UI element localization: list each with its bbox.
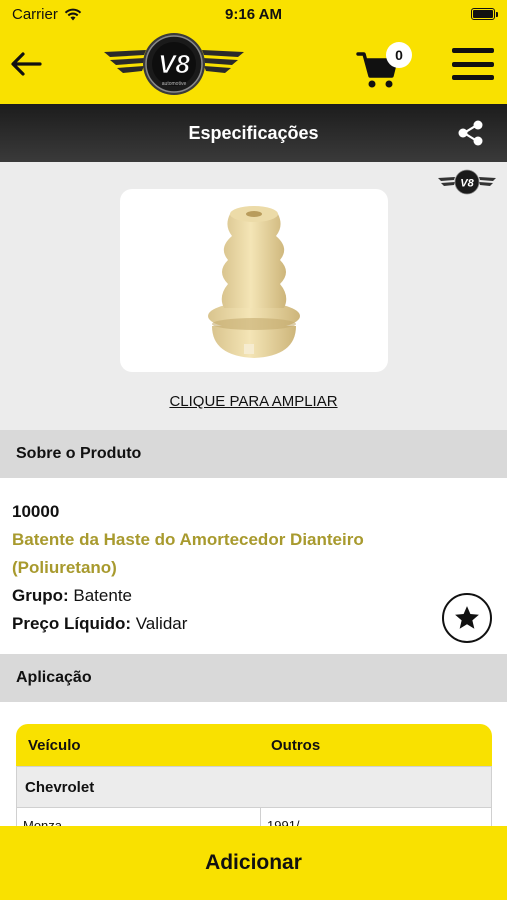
add-button[interactable]: Adicionar <box>0 826 507 900</box>
status-bar: Carrier 9:16 AM <box>0 0 507 28</box>
menu-line <box>452 48 494 53</box>
battery-icon <box>471 8 498 20</box>
carrier-label: Carrier <box>12 5 58 23</box>
column-header-others: Outros <box>271 736 321 754</box>
price-label: Preço Líquido: <box>12 614 131 633</box>
bump-stop-image <box>208 205 300 358</box>
app-header: V8 automotive 0 <box>0 28 507 104</box>
watermark-logo-text: V8 <box>460 178 474 190</box>
logo-subtext: automotive <box>162 81 187 87</box>
zoom-image-link[interactable]: CLIQUE PARA AMPLIAR <box>0 393 507 410</box>
product-info: 10000 Batente da Haste do Amortecedor Di… <box>0 478 507 654</box>
price-row: Preço Líquido: Validar <box>12 610 495 638</box>
product-code: 10000 <box>12 502 60 521</box>
logo-text: V8 <box>158 49 190 79</box>
favorite-button[interactable] <box>442 593 492 643</box>
group-row: Grupo: Batente <box>12 582 495 610</box>
menu-line <box>452 75 494 80</box>
product-image-card[interactable] <box>120 189 388 372</box>
v8-watermark-logo: V8 <box>438 169 496 195</box>
star-icon <box>455 606 479 629</box>
about-section-header: Sobre o Produto <box>0 430 507 478</box>
cart-button[interactable]: 0 <box>356 42 412 88</box>
page-title: Especificações <box>188 122 319 143</box>
application-section-header: Aplicação <box>0 654 507 702</box>
wifi-icon <box>64 8 82 20</box>
cart-count-badge: 0 <box>386 42 412 68</box>
product-name: Batente da Haste do Amortecedor Dianteir… <box>12 530 364 577</box>
column-header-vehicle: Veículo <box>28 736 81 754</box>
menu-line <box>452 61 494 67</box>
product-image-area: V8 CLIQUE PARA AMPLIAR <box>0 162 507 430</box>
hamburger-menu-icon[interactable] <box>452 46 494 82</box>
arrow-left-icon <box>11 52 42 76</box>
status-left: Carrier <box>12 6 82 23</box>
title-bar: Especificações <box>0 104 507 162</box>
group-value: Batente <box>73 586 132 605</box>
share-icon[interactable] <box>457 119 485 147</box>
make-row: Chevrolet <box>16 766 492 808</box>
v8-logo: V8 automotive <box>104 33 244 95</box>
back-button[interactable] <box>8 46 44 82</box>
table-header: Veículo Outros <box>16 724 492 766</box>
price-value: Validar <box>135 614 188 633</box>
group-label: Grupo: <box>12 586 69 605</box>
